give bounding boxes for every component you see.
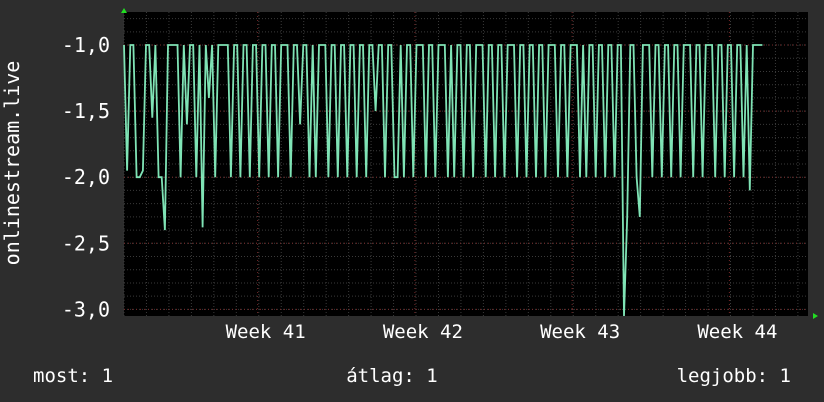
y-tick-label: -3,0 (62, 297, 110, 321)
footer-current: most: 1 (33, 365, 113, 387)
y-tick-label: -1,0 (62, 33, 110, 57)
y-tick-label: -1,5 (62, 99, 110, 123)
x-tick-label: Week 42 (383, 321, 463, 343)
y-axis-label: onlinestream.live (0, 61, 24, 266)
y-tick-label: -2,0 (62, 165, 110, 189)
x-tick-label: Week 44 (697, 321, 777, 343)
y-tick-label: -2,5 (62, 231, 110, 255)
footer-average: átlag: 1 (346, 365, 438, 387)
chart: -1,0 -1,5 -2,0 -2,5 -3,0 Week 41 Week 42 Week … (0, 0, 824, 402)
footer-best: legjobb: 1 (677, 365, 791, 387)
x-tick-label: Week 43 (540, 321, 620, 343)
x-tick-label: Week 41 (226, 321, 306, 343)
